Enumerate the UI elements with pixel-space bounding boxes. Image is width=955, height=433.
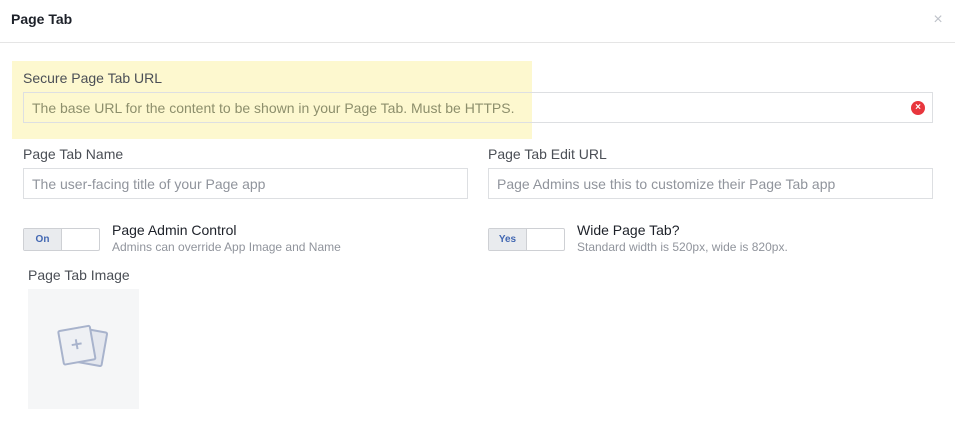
edit-url-label: Page Tab Edit URL bbox=[488, 146, 607, 162]
error-icon[interactable]: × bbox=[911, 101, 925, 115]
admin-control-subtitle: Admins can override App Image and Name bbox=[112, 240, 341, 254]
secure-url-label: Secure Page Tab URL bbox=[23, 70, 163, 86]
image-upload-icon bbox=[57, 324, 109, 367]
wide-tab-title: Wide Page Tab? bbox=[577, 222, 680, 238]
tab-image-upload[interactable] bbox=[28, 289, 139, 409]
dialog-header: Page Tab × bbox=[0, 0, 955, 43]
admin-control-title: Page Admin Control bbox=[112, 222, 237, 238]
wide-tab-toggle-label: Yes bbox=[489, 229, 527, 250]
tab-image-label: Page Tab Image bbox=[28, 267, 130, 283]
close-icon[interactable]: × bbox=[931, 12, 945, 28]
tab-name-label: Page Tab Name bbox=[23, 146, 124, 162]
dialog-title: Page Tab bbox=[11, 11, 73, 27]
admin-control-toggle[interactable]: On bbox=[23, 228, 100, 251]
tab-name-input[interactable] bbox=[23, 168, 468, 199]
secure-url-input[interactable] bbox=[23, 92, 933, 123]
wide-tab-subtitle: Standard width is 520px, wide is 820px. bbox=[577, 240, 788, 254]
wide-tab-toggle[interactable]: Yes bbox=[488, 228, 565, 251]
page-tab-dialog: Page Tab × Secure Page Tab URL × Page Ta… bbox=[0, 0, 955, 433]
edit-url-input[interactable] bbox=[488, 168, 933, 199]
admin-control-toggle-label: On bbox=[24, 229, 62, 250]
